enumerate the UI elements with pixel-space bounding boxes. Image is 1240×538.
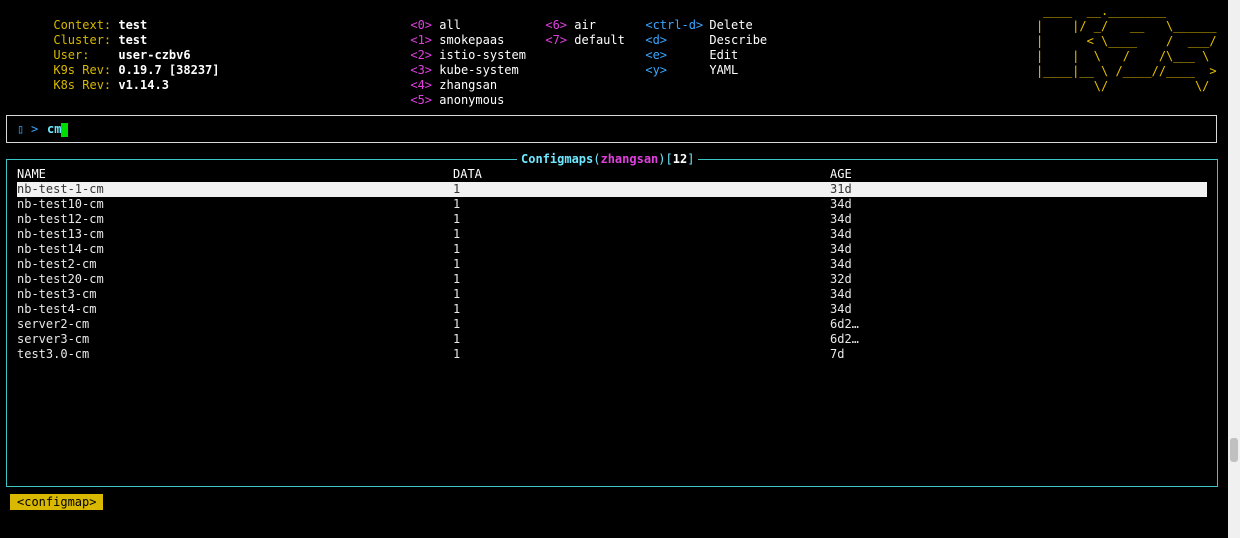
ns-hint-5[interactable]: <5> anonymous — [367, 78, 504, 107]
table-row[interactable]: nb-test12-cm 1 34d — [7, 212, 1217, 227]
ns-hint-4[interactable]: <4> zhangsan — [367, 63, 497, 92]
table-namespace: zhangsan — [600, 152, 659, 166]
cell-age: 32d — [830, 272, 852, 286]
row-selection-highlight — [17, 182, 1207, 197]
action-hint-yaml-label: YAML — [709, 63, 739, 77]
ns-hint-1[interactable]: <1> smokepaas — [367, 18, 504, 47]
window-scrollbar[interactable] — [1228, 0, 1240, 538]
cell-name: server3-cm — [17, 332, 90, 346]
cell-age: 34d — [830, 227, 852, 241]
cell-data: 1 — [453, 182, 461, 196]
cell-name: server2-cm — [17, 317, 90, 331]
column-header-age[interactable]: AGE — [830, 167, 852, 182]
cell-data: 1 — [453, 212, 461, 226]
cell-name: nb-test-1-cm — [17, 182, 104, 196]
cell-data: 1 — [453, 197, 461, 211]
cell-name: nb-test14-cm — [17, 242, 104, 256]
cell-name: test3.0-cm — [17, 347, 90, 361]
table-row[interactable]: nb-test20-cm 1 32d — [7, 272, 1217, 287]
action-hint-yaml[interactable]: <y> — [602, 48, 667, 77]
cell-age: 34d — [830, 302, 852, 316]
table-row[interactable]: nb-test-1-cm 1 31d — [7, 182, 1217, 197]
cell-name: nb-test4-cm — [17, 302, 97, 316]
cell-data: 1 — [453, 227, 461, 241]
column-header-name[interactable]: NAME — [17, 167, 46, 182]
action-hint-describe[interactable]: <d> — [602, 18, 667, 47]
breadcrumb: <configmap> — [10, 494, 104, 510]
info-k8s-rev-value: v1.14.3 — [118, 78, 169, 92]
cell-age: 7d — [830, 347, 845, 361]
cell-age: 6d2… — [830, 332, 859, 346]
cell-data: 1 — [453, 242, 461, 256]
table-count: 12 — [672, 152, 688, 166]
cell-data: 1 — [453, 287, 461, 301]
cell-name: nb-test20-cm — [17, 272, 104, 286]
cell-name: nb-test13-cm — [17, 227, 104, 241]
column-header-data[interactable]: DATA — [453, 167, 482, 182]
command-input[interactable]: cm — [47, 122, 61, 136]
text-cursor — [61, 123, 68, 137]
cell-name: nb-test2-cm — [17, 257, 97, 271]
k9s-terminal: Context: test Cluster: test User: user-c… — [0, 0, 1240, 538]
table-row[interactable]: nb-test2-cm 1 34d — [7, 257, 1217, 272]
cell-name: nb-test10-cm — [17, 197, 104, 211]
cell-age: 34d — [830, 197, 852, 211]
command-prompt[interactable]: ▯ > cm — [6, 115, 1217, 143]
cell-age: 31d — [830, 182, 852, 196]
table-row[interactable]: nb-test10-cm 1 34d — [7, 197, 1217, 212]
cell-data: 1 — [453, 317, 461, 331]
cell-data: 1 — [453, 257, 461, 271]
prompt-caret: > — [31, 122, 39, 136]
ns-hint-6[interactable]: <6> air — [502, 3, 596, 32]
cell-data: 1 — [453, 347, 461, 361]
cell-data: 1 — [453, 302, 461, 316]
ns-hint-3[interactable]: <3> kube-system — [367, 48, 518, 77]
cell-age: 34d — [830, 287, 852, 301]
cell-age: 6d2… — [830, 317, 859, 331]
dog-icon: ▯ — [17, 122, 25, 136]
table-row[interactable]: nb-test13-cm 1 34d — [7, 227, 1217, 242]
cell-name: nb-test3-cm — [17, 287, 97, 301]
k9s-logo-icon: ____ __.________ | |/ _/ __ \______ | < … — [1036, 4, 1217, 93]
cell-age: 34d — [830, 257, 852, 271]
cell-age: 34d — [830, 242, 852, 256]
table-header: NAME DATA AGE — [7, 167, 1217, 182]
table-row[interactable]: nb-test3-cm 1 34d — [7, 287, 1217, 302]
table-row[interactable]: test3.0-cm 1 7d — [7, 347, 1217, 362]
scrollbar-thumb[interactable] — [1230, 438, 1238, 462]
configmaps-table: Configmaps(zhangsan)[12] NAME DATA AGE n… — [6, 152, 1218, 487]
table-title: Configmaps(zhangsan)[12] — [517, 152, 699, 167]
table-row[interactable]: server2-cm 1 6d2… — [7, 317, 1217, 332]
table-row[interactable]: server3-cm 1 6d2… — [7, 332, 1217, 347]
action-hint-edit[interactable]: <e> — [602, 33, 667, 62]
cell-age: 34d — [830, 212, 852, 226]
table-row[interactable]: nb-test4-cm 1 34d — [7, 302, 1217, 317]
cell-data: 1 — [453, 332, 461, 346]
table-row[interactable]: nb-test14-cm 1 34d — [7, 242, 1217, 257]
ns-hint-0[interactable]: <0> all — [367, 3, 461, 32]
cell-name: nb-test12-cm — [17, 212, 104, 226]
cell-data: 1 — [453, 272, 461, 286]
